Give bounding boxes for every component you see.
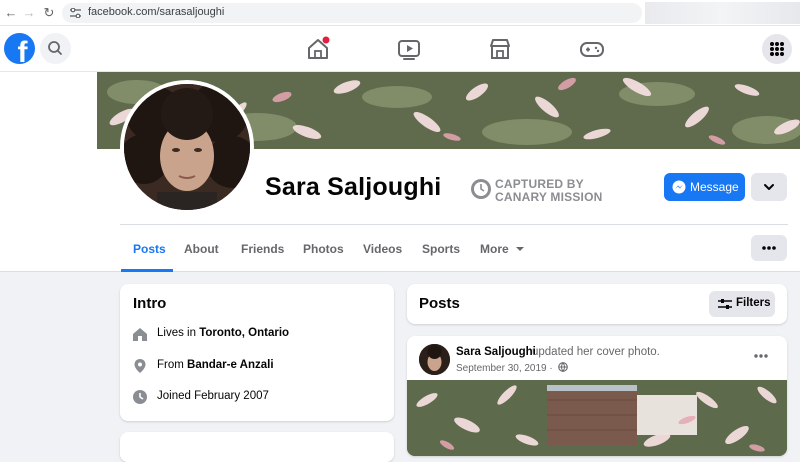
browser-address-bar: ← → ↻ facebook.com/sarasaljoughi	[0, 0, 800, 26]
forward-arrow-icon[interactable]: →	[20, 4, 38, 22]
filters-button[interactable]: Filters	[709, 291, 775, 317]
post-card: Sara Saljoughi updated her cover photo. …	[407, 336, 787, 456]
profile-photo-image	[124, 84, 250, 210]
header-divider	[120, 224, 788, 225]
messenger-icon	[672, 180, 686, 194]
filter-sliders-icon	[718, 299, 732, 309]
posts-title: Posts	[419, 295, 460, 312]
more-horizontal-icon	[762, 246, 776, 250]
grid-menu-icon	[770, 42, 784, 56]
facebook-logo-letter: f	[17, 36, 28, 64]
tab-about[interactable]: About	[184, 242, 219, 256]
home-icon	[133, 328, 147, 341]
intro-title: Intro	[133, 295, 167, 312]
menu-button[interactable]	[762, 34, 792, 64]
posts-header-card: Posts Filters	[407, 284, 787, 324]
captured-by-stamp: CAPTURED BY CANARY MISSION	[470, 176, 610, 208]
lives-in-prefix: Lives in	[157, 327, 200, 339]
stamp-line-2: CANARY MISSION	[495, 190, 603, 204]
message-button-label: Message	[690, 180, 739, 194]
profile-more-options-button[interactable]	[751, 235, 787, 261]
facebook-logo-icon[interactable]: f	[4, 33, 35, 64]
post-cover-photo[interactable]	[407, 380, 787, 456]
location-pin-icon	[134, 359, 146, 373]
more-horizontal-icon	[754, 354, 768, 358]
tab-friends[interactable]: Friends	[241, 242, 284, 256]
url-field[interactable]: facebook.com/sarasaljoughi	[62, 3, 642, 23]
globe-icon	[557, 362, 568, 372]
site-settings-icon[interactable]	[70, 8, 81, 18]
caret-down-icon	[516, 247, 525, 251]
profile-picture[interactable]	[120, 80, 254, 214]
post-date-text: September 30, 2019 ·	[456, 363, 553, 374]
tab-posts[interactable]: Posts	[133, 242, 166, 256]
tab-videos[interactable]: Videos	[363, 242, 402, 256]
watch-video-icon[interactable]	[396, 36, 422, 62]
facebook-top-bar: f	[0, 26, 800, 72]
photos-card	[120, 432, 394, 462]
from-prefix: From	[157, 359, 188, 371]
filters-label: Filters	[736, 297, 771, 309]
message-button[interactable]: Message	[664, 173, 745, 201]
post-options-button[interactable]	[749, 348, 773, 364]
profile-name: Sara Saljoughi	[265, 173, 442, 201]
tab-more[interactable]: More	[480, 242, 525, 256]
post-author-name[interactable]: Sara Saljoughi	[456, 346, 536, 358]
post-date[interactable]: September 30, 2019 ·	[456, 362, 568, 374]
tab-sports[interactable]: Sports	[422, 242, 460, 256]
joined-text: Joined February 2007	[157, 390, 269, 402]
post-author-avatar[interactable]	[419, 344, 450, 375]
url-text: facebook.com/sarasaljoughi	[88, 6, 225, 18]
post-photo-image	[407, 380, 787, 456]
search-icon	[48, 41, 62, 55]
redacted-toolbar-area	[645, 2, 800, 24]
intro-card: Intro Lives in Toronto, Ontario From Ban…	[120, 284, 394, 421]
reload-icon[interactable]: ↻	[40, 4, 58, 22]
back-arrow-icon[interactable]: ←	[2, 4, 20, 22]
clock-stamp-icon	[471, 179, 491, 199]
hometown-link[interactable]: Bandar-e Anzali	[187, 359, 273, 371]
marketplace-icon[interactable]	[487, 36, 513, 62]
home-icon[interactable]	[305, 36, 331, 62]
clock-icon	[133, 390, 147, 404]
profile-actions-dropdown-button[interactable]	[751, 173, 787, 201]
search-button[interactable]	[40, 33, 71, 64]
active-tab-indicator	[121, 269, 173, 272]
avatar-image	[419, 344, 450, 375]
notification-dot	[322, 36, 330, 44]
profile-header: Sara Saljoughi CAPTURED BY CANARY MISSIO…	[0, 72, 800, 272]
tab-photos[interactable]: Photos	[303, 242, 344, 256]
lives-in-city-link[interactable]: Toronto, Ontario	[199, 327, 289, 339]
gaming-icon[interactable]	[579, 36, 605, 62]
chevron-down-icon	[764, 184, 774, 190]
post-action-text: updated her cover photo.	[532, 346, 660, 358]
tab-more-label: More	[480, 242, 509, 256]
